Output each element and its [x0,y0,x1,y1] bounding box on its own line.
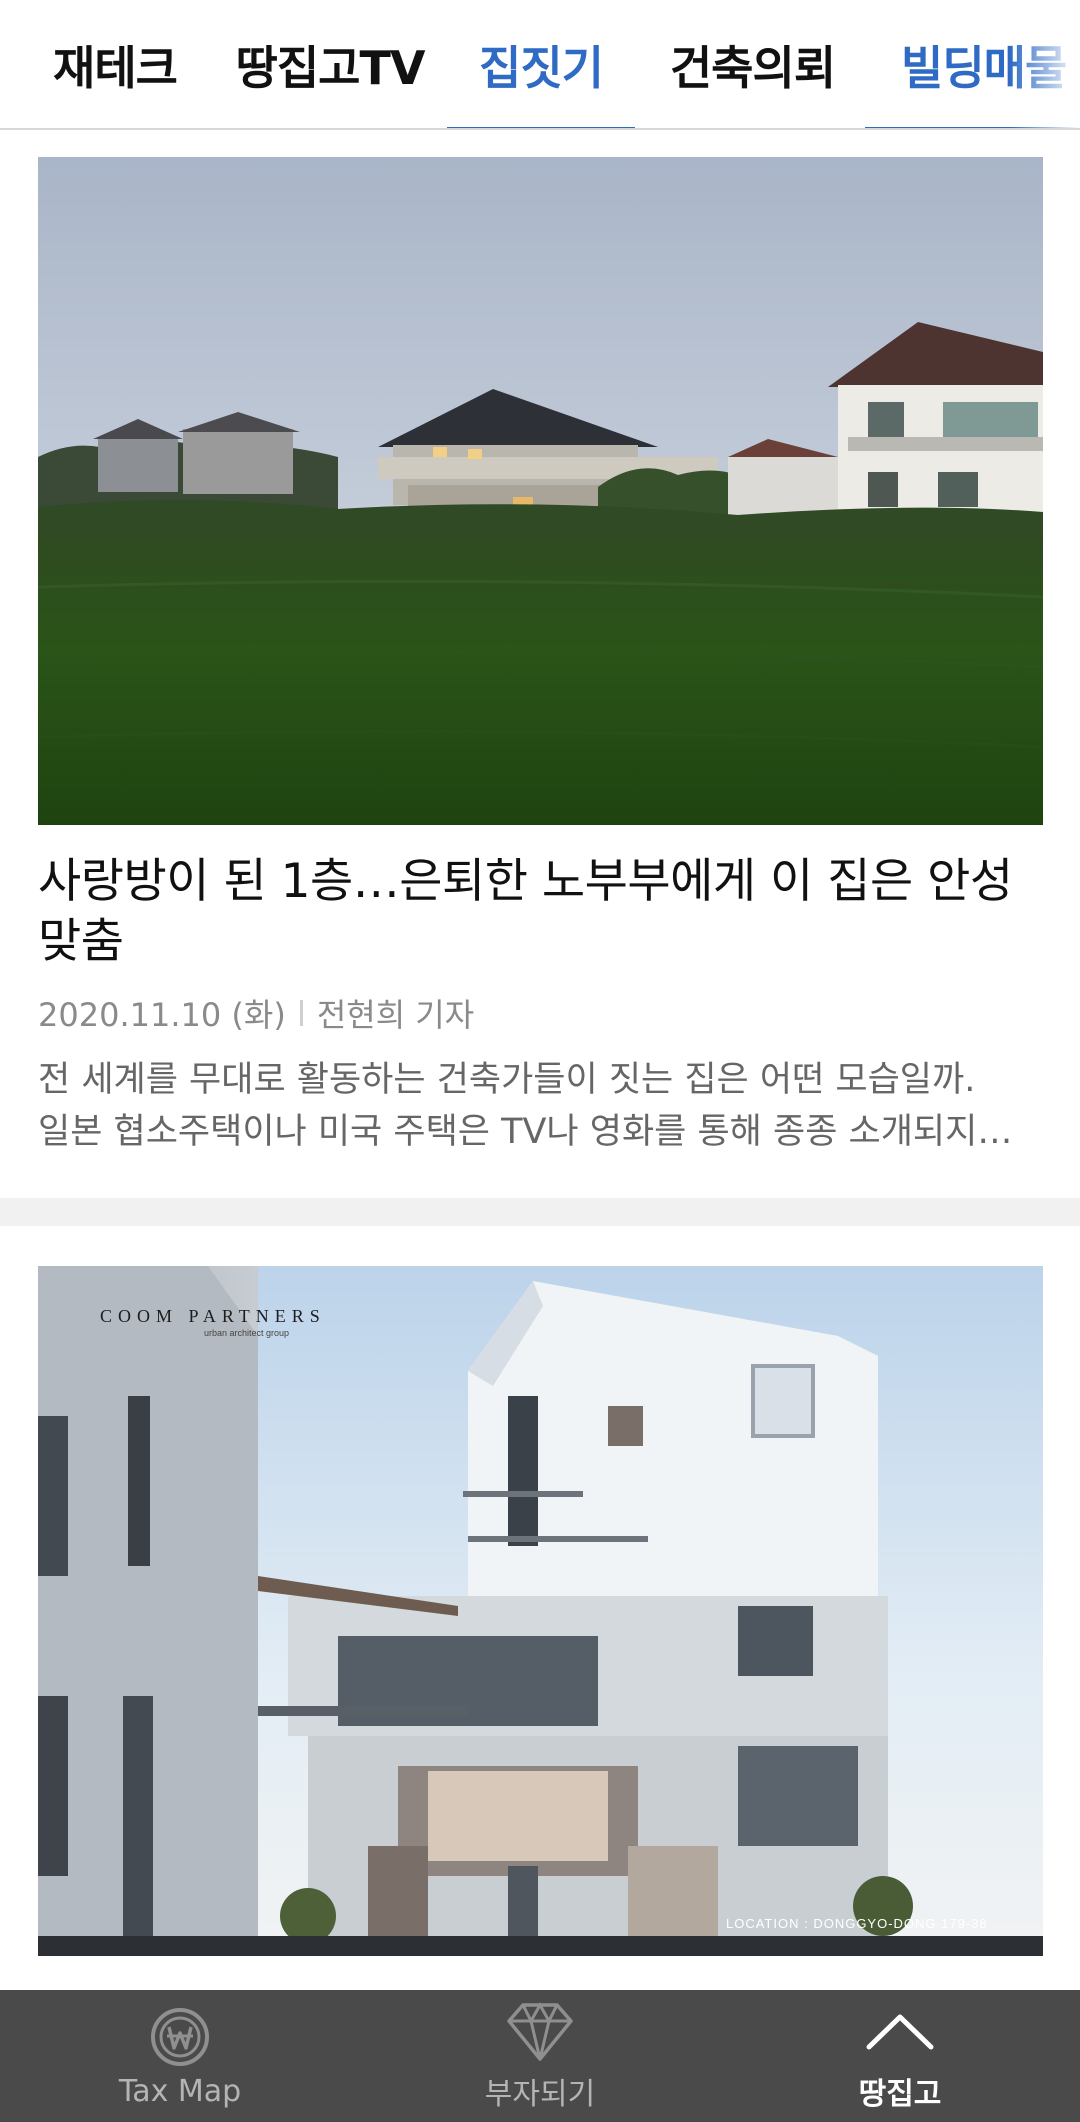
image-watermark-sub: urban architect group [204,1328,289,1338]
tab-땅집고tv[interactable]: 땅집고TV [225,0,435,128]
meta-separator [299,1000,303,1026]
image-watermark: COOM PARTNERS [100,1306,326,1326]
tab-집짓기[interactable]: 집짓기 [447,0,635,128]
nav-tax-map[interactable]: Tax Map [90,1990,270,2122]
nav-부자되기[interactable]: 부자되기 [450,1990,630,2122]
section-divider [0,1198,1080,1226]
article-thumbnail[interactable]: COOM PARTNERS urban architect group LOCA… [38,1266,1043,1956]
summary-line: 일본 협소주택이나 미국 주택은 TV나 영화를 통해 종종 소개되지… [38,1112,1013,1152]
article-title[interactable]: 사랑방이 된 1층…은퇴한 노부부에게 이 집은 안성 맞춤 [38,852,1048,972]
tab-label: 집짓기 [479,41,604,95]
diamond-icon [500,1999,580,2065]
article-thumbnail[interactable] [38,157,1043,825]
countryside-house-photo [38,157,1043,825]
nav-땅집고[interactable]: 땅집고 [810,1990,990,2122]
nav-label: 부자되기 [484,2077,596,2112]
chevron-up-icon [860,1999,940,2065]
article-title-line: 맞춤 [38,914,124,969]
article-author: 전현희 기자 [316,996,475,1034]
tab-scroll-fade [1010,0,1080,128]
nav-label: Tax Map [118,2073,242,2109]
article-date: 2020.11.10 (화) [38,996,286,1034]
image-caption: LOCATION : DONGGYO-DONG 179-38 [726,1916,988,1931]
tab-건축의뢰[interactable]: 건축의뢰 [655,0,850,128]
won-coin-icon [140,2004,220,2070]
summary-line: 전 세계를 무대로 활동하는 건축가들이 짓는 집은 어떤 모습일까. [38,1060,976,1100]
bottom-navigation: Tax Map 부자되기 땅집고 [0,1990,1080,2122]
article-title-line: 사랑방이 된 1층…은퇴한 노부부에게 이 집은 안성 [38,854,1013,909]
nav-label: 땅집고 [858,2077,942,2112]
tab-재테크[interactable]: 재테크 [30,0,200,128]
modern-building-render: COOM PARTNERS urban architect group LOCA… [38,1266,1043,1956]
article-meta: 2020.11.10 (화) 전현희 기자 [38,990,474,1036]
active-tab-indicator [447,127,635,128]
article-summary: 전 세계를 무대로 활동하는 건축가들이 짓는 집은 어떤 모습일까. 일본 협… [38,1054,1043,1158]
category-tab-bar: 재테크 땅집고TV 집짓기 건축의뢰 빌딩매물 [0,0,1080,130]
